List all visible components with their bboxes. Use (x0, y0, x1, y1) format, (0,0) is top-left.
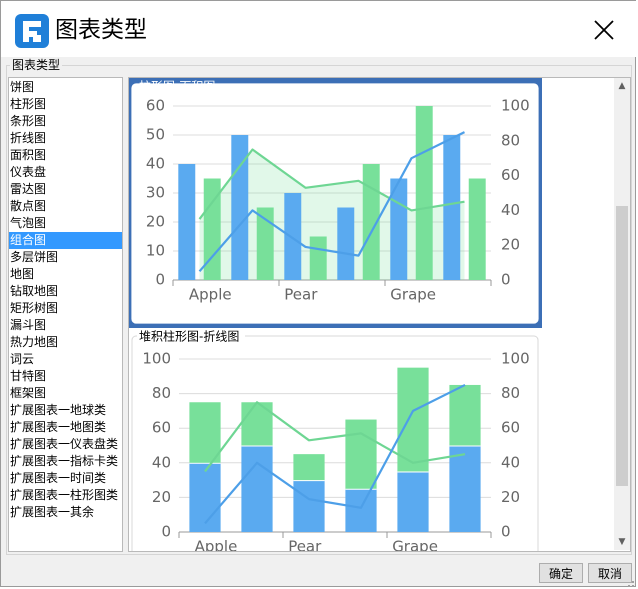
left-tick-label: 60 (146, 97, 165, 115)
chart-type-item[interactable]: 条形图 (9, 113, 122, 130)
chart-type-item[interactable]: 柱形图 (9, 96, 122, 113)
right-tick-label: 60 (501, 419, 520, 437)
stacked-bar (189, 462, 221, 532)
resize-grip-icon[interactable] (623, 578, 635, 588)
stacked-bar (397, 471, 429, 532)
left-tick-label: 30 (146, 184, 165, 202)
close-icon[interactable] (589, 15, 619, 45)
right-tick-label: 100 (501, 97, 530, 115)
chart-type-item[interactable]: 热力地图 (9, 334, 122, 351)
bar (284, 193, 302, 280)
chart-type-item[interactable]: 组合图 (9, 232, 122, 249)
left-tick-label: 40 (152, 453, 171, 471)
right-tick-label: 40 (501, 201, 520, 219)
chart-type-item[interactable]: 扩展图表一其余 (9, 504, 122, 521)
chart-preview-panel[interactable]: 柱形图-面积图 0 10 20 30 40 50 60 0 20 40 60 80 100 Apple Pea… (128, 77, 631, 552)
group-label: 图表类型 (10, 58, 63, 72)
chart-preview-svg: 柱形图-面积图 0 10 20 30 40 50 60 0 20 40 60 80 100 Apple Pea… (129, 78, 542, 328)
category-label: Pear (288, 538, 322, 553)
left-tick-label: 20 (146, 213, 165, 231)
bar (468, 178, 486, 280)
left-tick-label: 100 (142, 350, 171, 368)
left-tick-label: 0 (161, 523, 171, 541)
right-tick-label: 60 (501, 166, 520, 184)
left-tick-label: 20 (152, 488, 171, 506)
chart-type-item[interactable]: 漏斗图 (9, 317, 122, 334)
bar (309, 236, 327, 280)
bar (178, 164, 196, 280)
bar (415, 106, 433, 280)
category-label: Apple (195, 538, 238, 553)
right-tick-label: 80 (501, 131, 520, 149)
stacked-bar (345, 488, 377, 532)
stacked-bar (449, 384, 481, 446)
right-tick-label: 80 (501, 384, 520, 402)
scroll-down-icon[interactable]: ▼ (614, 534, 630, 550)
right-tick-label: 100 (501, 350, 530, 368)
stacked-bar (449, 445, 481, 532)
category-label: Apple (189, 286, 232, 304)
scroll-thumb[interactable] (616, 206, 628, 486)
chart-type-item[interactable]: 甘特图 (9, 368, 122, 385)
chart-type-dialog: 图表类型 图表类型 饼图 柱形图 条形图 折线图 面积图 仪表盘 雷达图 散点图 气泡图 组合图多… (0, 0, 637, 588)
right-tick-label: 0 (501, 271, 511, 289)
chart-type-item[interactable]: 扩展图表一指标卡类 (9, 453, 122, 470)
chart-type-item[interactable]: 地图 (9, 266, 122, 283)
chart-type-item[interactable]: 钻取地图 (9, 283, 122, 300)
left-tick-label: 50 (146, 126, 165, 144)
chart-type-item[interactable]: 矩形树图 (9, 300, 122, 317)
chart-type-item[interactable]: 仪表盘 (9, 164, 122, 181)
category-label: Grape (392, 538, 438, 553)
stacked-bar (293, 454, 325, 481)
preview-label: 堆积柱形图-折线图 (139, 330, 239, 344)
chart-type-list[interactable]: 饼图 柱形图 条形图 折线图 面积图 仪表盘 雷达图 散点图 气泡图 组合图 多层饼图 地图 钻取地图矩… (8, 77, 123, 552)
chart-type-item[interactable]: 饼图 (9, 79, 122, 96)
left-tick-label: 10 (146, 242, 165, 260)
preview-label: 柱形图-面积图 (139, 79, 215, 94)
left-tick-label: 80 (152, 384, 171, 402)
chart-type-item[interactable]: 折线图 (9, 130, 122, 147)
chart-type-item[interactable]: 词云 (9, 351, 122, 368)
chart-type-item[interactable]: 雷达图 (9, 181, 122, 198)
preview-scrollbar[interactable]: ▲ ▼ (614, 78, 630, 550)
ok-button[interactable]: 确定 (539, 563, 583, 583)
left-tick-label: 40 (146, 155, 165, 173)
right-tick-label: 40 (501, 453, 520, 471)
chart-type-item[interactable]: 面积图 (9, 147, 122, 164)
chart-preview-card[interactable]: 柱形图-面积图 0 10 20 30 40 50 60 0 20 40 60 80 100 Apple Pea… (129, 78, 542, 328)
stacked-bar (293, 480, 325, 532)
dialog-title: 图表类型 (55, 17, 147, 43)
right-tick-label: 20 (501, 236, 520, 254)
category-label: Pear (284, 286, 318, 304)
stacked-bar (189, 402, 221, 463)
right-tick-label: 0 (501, 523, 511, 541)
scroll-up-icon[interactable]: ▲ (614, 78, 630, 94)
chart-type-item[interactable]: 散点图 (9, 198, 122, 215)
stacked-bar (345, 419, 377, 489)
bar (443, 135, 461, 280)
chart-type-item[interactable]: 扩展图表一仪表盘类 (9, 436, 122, 453)
chart-type-item[interactable]: 气泡图 (9, 215, 122, 232)
chart-type-item[interactable]: 扩展图表一地图类 (9, 419, 122, 436)
chart-type-item[interactable]: 多层饼图 (9, 249, 122, 266)
app-logo-icon (15, 14, 49, 48)
chart-preview-svg: 堆积柱形图-折线图 0 20 40 60 80 100 0 20 40 60 80 100 Apple Pe… (131, 330, 539, 553)
chart-preview-card[interactable]: 堆积柱形图-折线图 0 20 40 60 80 100 0 20 40 60 80 100 Apple Pe… (129, 330, 542, 553)
stacked-bar (241, 402, 273, 446)
category-label: Grape (390, 286, 436, 304)
chart-type-item[interactable]: 扩展图表一地球类 (9, 402, 122, 419)
chart-type-item[interactable]: 框架图 (9, 385, 122, 402)
left-tick-label: 0 (155, 271, 165, 289)
left-tick-label: 60 (152, 419, 171, 437)
right-tick-label: 20 (501, 488, 520, 506)
chart-type-item[interactable]: 扩展图表一时间类 (9, 470, 122, 487)
title-bar: 图表类型 (1, 1, 637, 57)
bar (337, 207, 355, 280)
stacked-bar (241, 445, 273, 532)
chart-type-item[interactable]: 扩展图表一柱形图类 (9, 487, 122, 504)
